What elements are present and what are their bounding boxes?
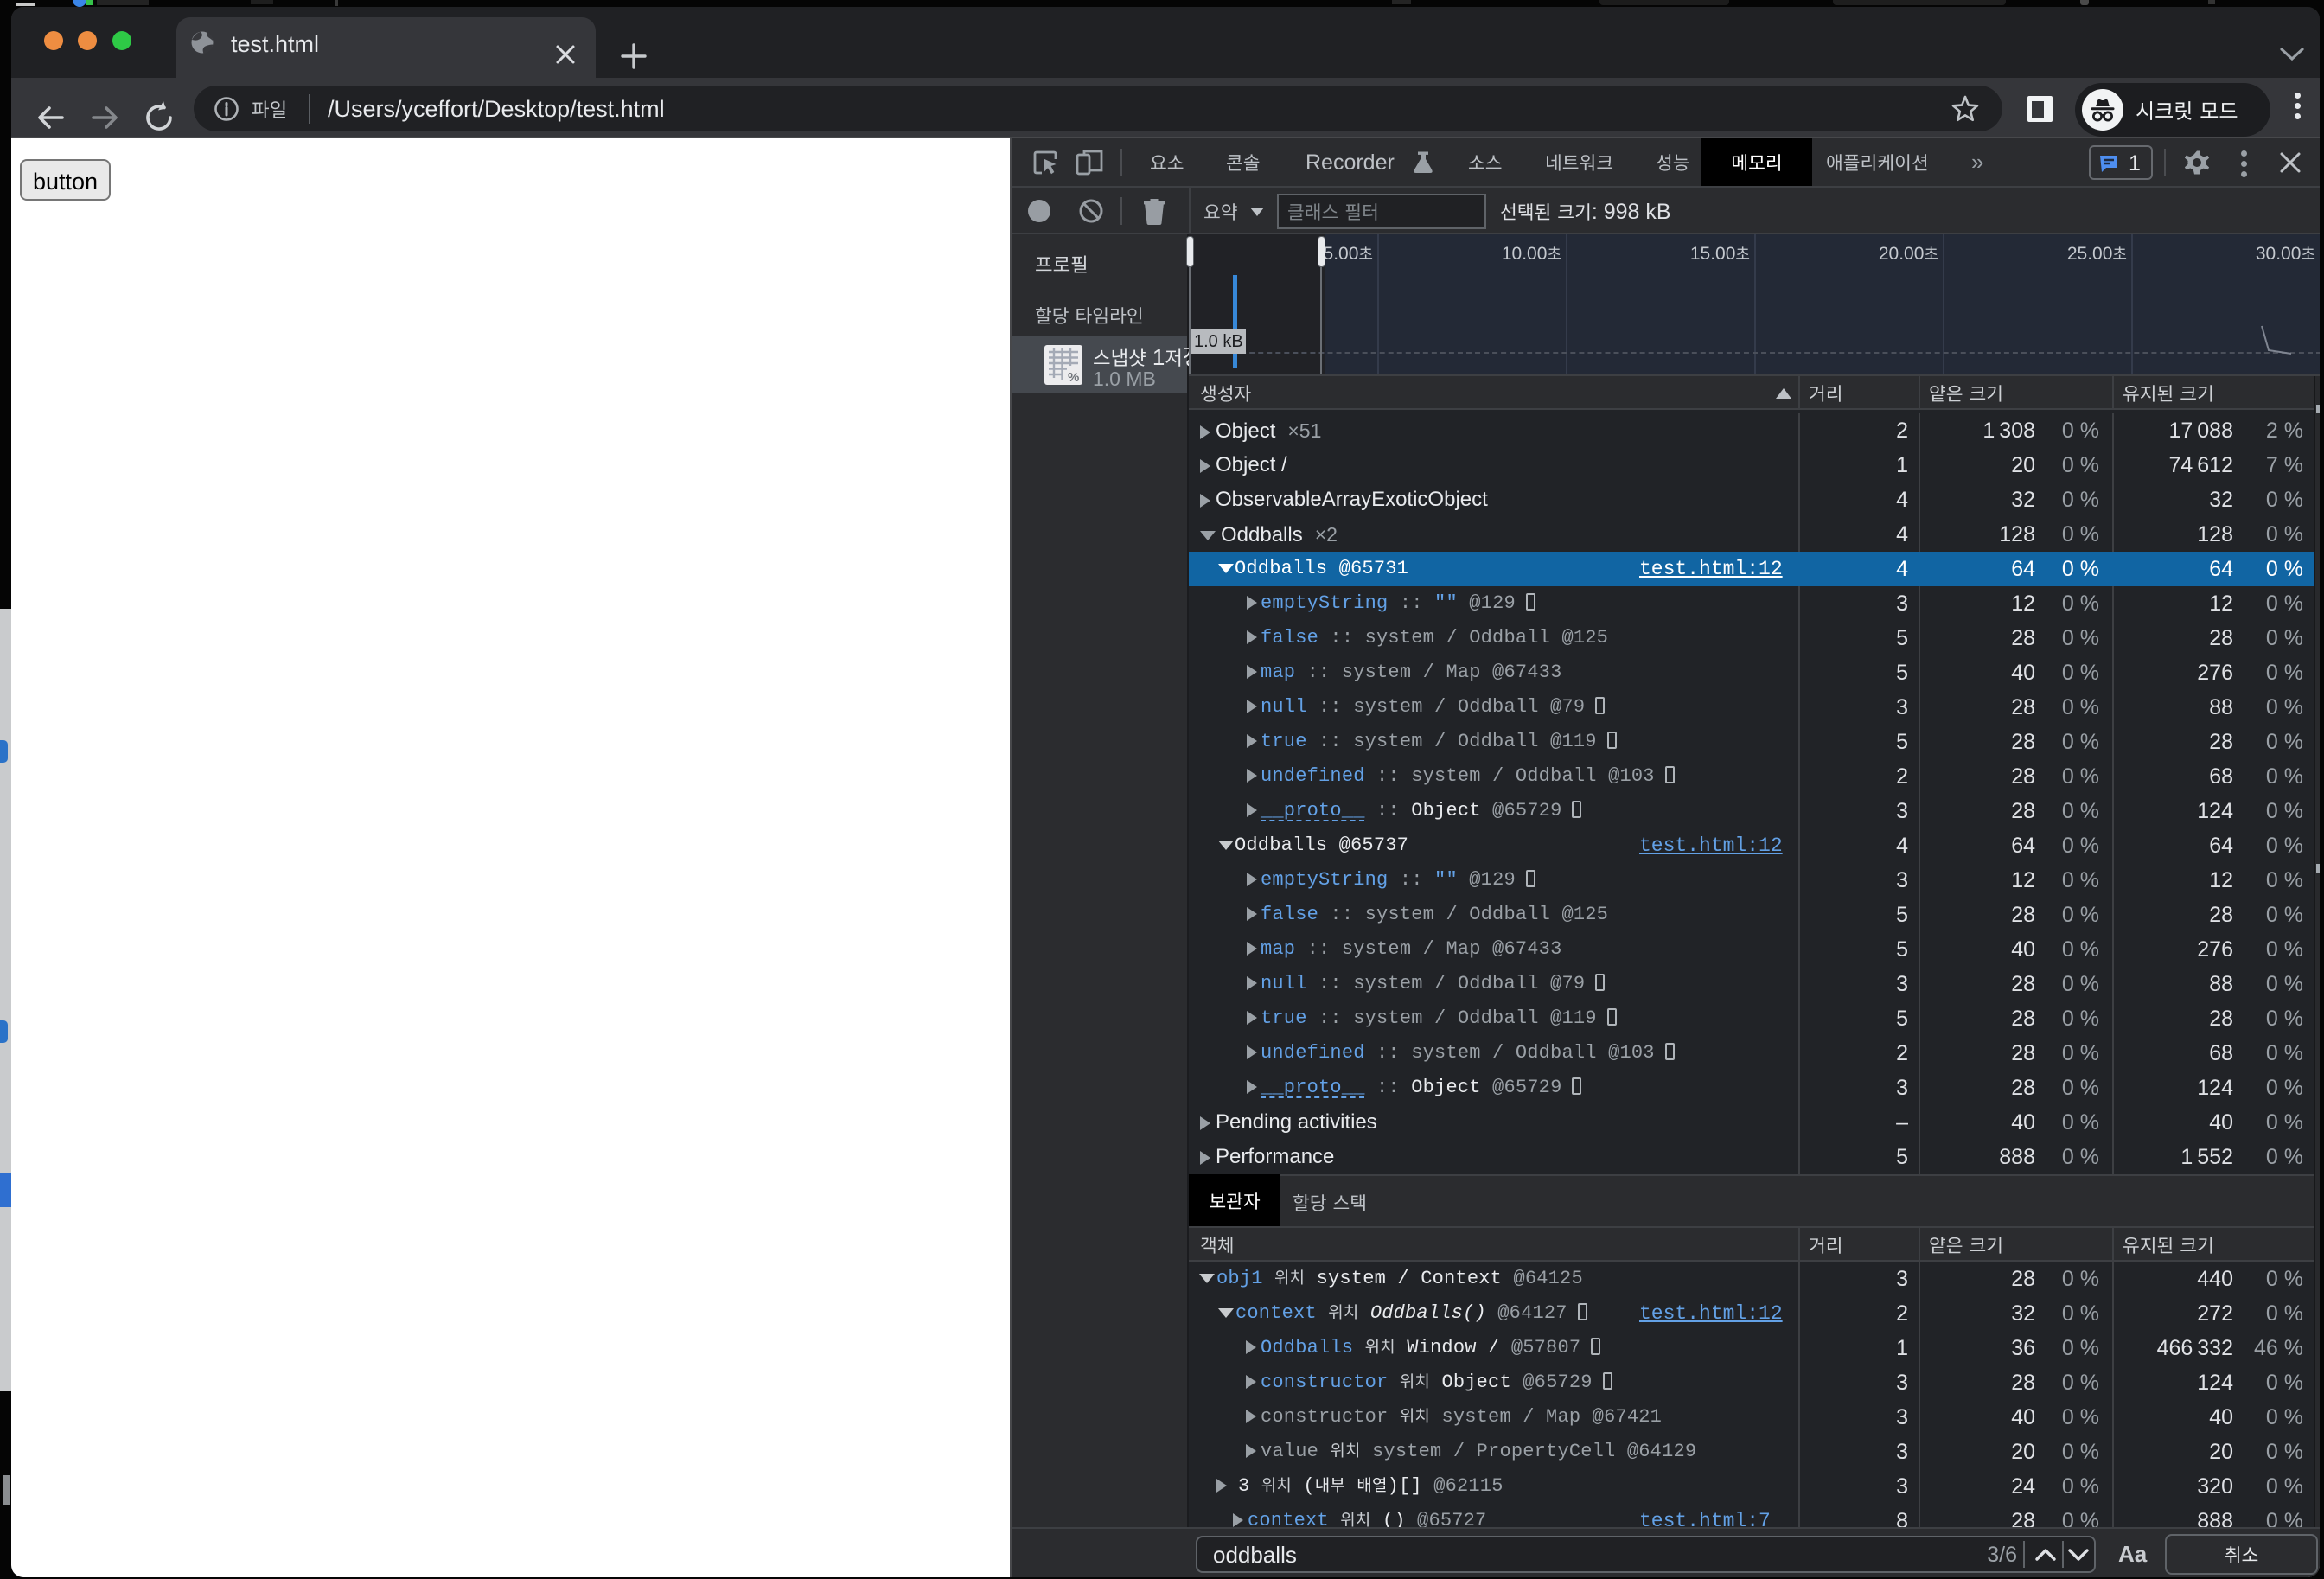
- svg-text:%: %: [1068, 370, 1079, 385]
